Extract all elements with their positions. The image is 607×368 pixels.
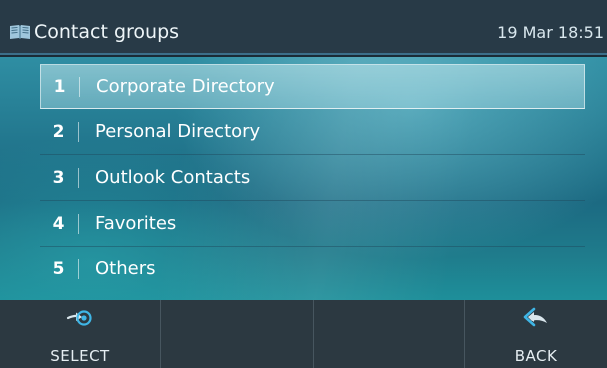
item-number: 1 — [53, 77, 66, 97]
page-title: Contact groups — [34, 21, 180, 43]
back-softkey[interactable]: BACK — [464, 300, 607, 368]
book-icon — [10, 25, 30, 39]
title-bar: Contact groups 19 Mar 18:51 — [0, 0, 607, 55]
select-arrow-icon — [66, 310, 92, 326]
item-number: 3 — [52, 168, 65, 188]
select-label: SELECT — [50, 347, 110, 365]
item-label: Favorites — [95, 213, 177, 234]
date-time: 19 Mar 18:51 — [497, 23, 604, 42]
list-item-outlook-contacts[interactable]: 3 Outlook Contacts — [40, 156, 585, 201]
item-label: Outlook Contacts — [95, 167, 251, 188]
item-number: 2 — [52, 122, 65, 142]
item-divider — [78, 214, 79, 234]
contact-group-list: 1 Corporate Directory 2 Personal Directo… — [0, 57, 607, 300]
softkey-bar: SELECT BACK — [0, 300, 607, 368]
item-label: Corporate Directory — [96, 76, 275, 97]
item-number: 5 — [52, 259, 65, 279]
list-item-favorites[interactable]: 4 Favorites — [40, 202, 585, 247]
back-label: BACK — [514, 347, 558, 365]
item-divider — [78, 122, 79, 142]
item-divider — [79, 77, 80, 97]
softkey-2[interactable] — [160, 300, 313, 368]
list-item-personal-directory[interactable]: 2 Personal Directory — [40, 110, 585, 155]
softkey-3[interactable] — [313, 300, 464, 368]
item-label: Personal Directory — [95, 121, 261, 142]
select-softkey[interactable]: SELECT — [0, 300, 160, 368]
back-arrow-icon — [523, 307, 547, 327]
item-divider — [78, 259, 79, 279]
list-item-others[interactable]: 5 Others — [40, 247, 585, 292]
phone-screen: Contact groups 19 Mar 18:51 1 Corporate … — [0, 0, 607, 368]
list-item-corporate-directory[interactable]: 1 Corporate Directory — [40, 64, 585, 109]
item-divider — [78, 168, 79, 188]
item-label: Others — [95, 258, 156, 279]
item-number: 4 — [52, 214, 65, 234]
